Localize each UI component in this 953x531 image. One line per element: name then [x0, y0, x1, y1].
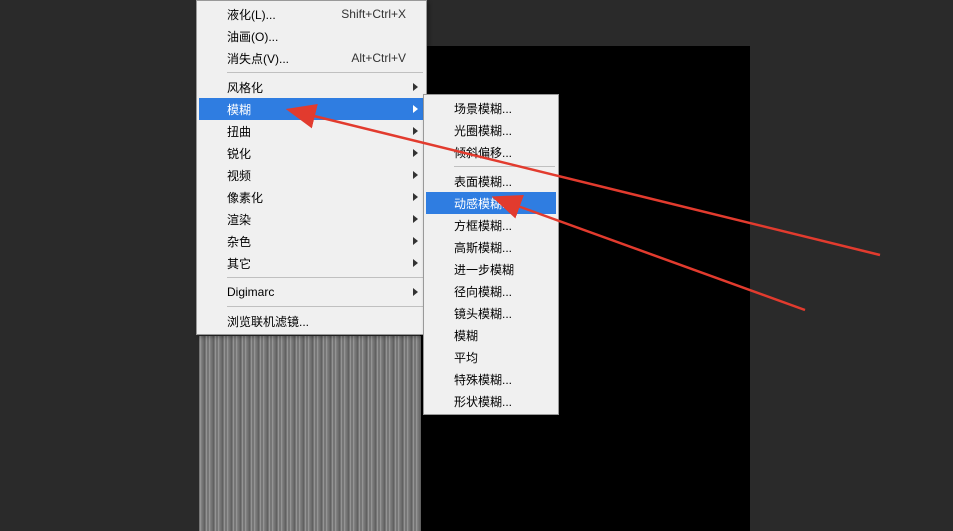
motion-blur-preview — [199, 336, 421, 531]
menu-item-label: 镜头模糊... — [454, 305, 538, 322]
submenu-item-shape-blur[interactable]: 形状模糊... — [426, 390, 556, 412]
submenu-item-motion-blur[interactable]: 动感模糊... — [426, 192, 556, 214]
menu-item-label: 表面模糊... — [454, 173, 538, 190]
menu-separator — [227, 277, 423, 278]
menu-item-oilpaint[interactable]: 油画(O)... — [199, 25, 424, 47]
submenu-item-box-blur[interactable]: 方框模糊... — [426, 214, 556, 236]
submenu-item-surface-blur[interactable]: 表面模糊... — [426, 170, 556, 192]
submenu-item-tilt-shift[interactable]: 倾斜偏移... — [426, 141, 556, 163]
menu-item-label: 形状模糊... — [454, 393, 538, 410]
submenu-item-average[interactable]: 平均 — [426, 346, 556, 368]
menu-item-label: 油画(O)... — [227, 28, 406, 45]
submenu-arrow-icon — [413, 215, 418, 223]
menu-item-label: 倾斜偏移... — [454, 144, 538, 161]
submenu-arrow-icon — [413, 105, 418, 113]
menu-item-label: 径向模糊... — [454, 283, 538, 300]
menu-item-vanishing-point[interactable]: 消失点(V)... Alt+Ctrl+V — [199, 47, 424, 69]
submenu-item-blur-more[interactable]: 进一步模糊 — [426, 258, 556, 280]
menu-item-label: 动感模糊... — [454, 195, 538, 212]
submenu-arrow-icon — [413, 149, 418, 157]
menu-item-label: Digimarc — [227, 285, 406, 299]
submenu-arrow-icon — [413, 127, 418, 135]
submenu-arrow-icon — [413, 193, 418, 201]
menu-item-label: 杂色 — [227, 233, 406, 250]
menu-item-stylize[interactable]: 风格化 — [199, 76, 424, 98]
submenu-item-lens-blur[interactable]: 镜头模糊... — [426, 302, 556, 324]
menu-item-label: 其它 — [227, 255, 406, 272]
menu-item-blur[interactable]: 模糊 — [199, 98, 424, 120]
submenu-arrow-icon — [413, 288, 418, 296]
filter-menu[interactable]: 液化(L)... Shift+Ctrl+X 油画(O)... 消失点(V)...… — [196, 0, 427, 335]
submenu-arrow-icon — [413, 237, 418, 245]
menu-item-label: 消失点(V)... — [227, 50, 321, 67]
menu-separator — [454, 166, 555, 167]
menu-item-label: 场景模糊... — [454, 100, 538, 117]
menu-item-distort[interactable]: 扭曲 — [199, 120, 424, 142]
menu-item-other[interactable]: 其它 — [199, 252, 424, 274]
menu-item-label: 风格化 — [227, 79, 406, 96]
menu-item-liquify[interactable]: 液化(L)... Shift+Ctrl+X — [199, 3, 424, 25]
submenu-item-field-blur[interactable]: 场景模糊... — [426, 97, 556, 119]
menu-item-label: 模糊 — [454, 327, 538, 344]
menu-separator — [227, 72, 423, 73]
menu-item-label: 光圈模糊... — [454, 122, 538, 139]
canvas-stripes-area — [199, 336, 421, 531]
menu-item-label: 锐化 — [227, 145, 406, 162]
menu-item-browse-online-filters[interactable]: 浏览联机滤镜... — [199, 310, 424, 332]
menu-item-noise[interactable]: 杂色 — [199, 230, 424, 252]
menu-item-shortcut: Shift+Ctrl+X — [341, 7, 406, 21]
menu-item-label: 高斯模糊... — [454, 239, 538, 256]
submenu-item-radial-blur[interactable]: 径向模糊... — [426, 280, 556, 302]
menu-item-video[interactable]: 视频 — [199, 164, 424, 186]
submenu-item-special-blur[interactable]: 特殊模糊... — [426, 368, 556, 390]
submenu-item-blur[interactable]: 模糊 — [426, 324, 556, 346]
menu-item-label: 平均 — [454, 349, 538, 366]
submenu-item-iris-blur[interactable]: 光圈模糊... — [426, 119, 556, 141]
menu-item-render[interactable]: 渲染 — [199, 208, 424, 230]
menu-item-digimarc[interactable]: Digimarc — [199, 281, 424, 303]
menu-item-label: 模糊 — [227, 101, 406, 118]
menu-item-label: 扭曲 — [227, 123, 406, 140]
menu-item-sharpen[interactable]: 锐化 — [199, 142, 424, 164]
menu-item-label: 液化(L)... — [227, 6, 311, 23]
submenu-arrow-icon — [413, 171, 418, 179]
menu-item-label: 方框模糊... — [454, 217, 538, 234]
menu-item-label: 进一步模糊 — [454, 261, 538, 278]
submenu-arrow-icon — [413, 83, 418, 91]
menu-item-label: 浏览联机滤镜... — [227, 313, 406, 330]
submenu-arrow-icon — [413, 259, 418, 267]
submenu-item-gaussian-blur[interactable]: 高斯模糊... — [426, 236, 556, 258]
menu-item-pixelate[interactable]: 像素化 — [199, 186, 424, 208]
blur-submenu[interactable]: 场景模糊... 光圈模糊... 倾斜偏移... 表面模糊... 动感模糊... … — [423, 94, 559, 415]
menu-item-label: 特殊模糊... — [454, 371, 538, 388]
menu-item-label: 像素化 — [227, 189, 406, 206]
menu-item-label: 渲染 — [227, 211, 406, 228]
menu-item-label: 视频 — [227, 167, 406, 184]
menu-separator — [227, 306, 423, 307]
menu-item-shortcut: Alt+Ctrl+V — [351, 51, 406, 65]
